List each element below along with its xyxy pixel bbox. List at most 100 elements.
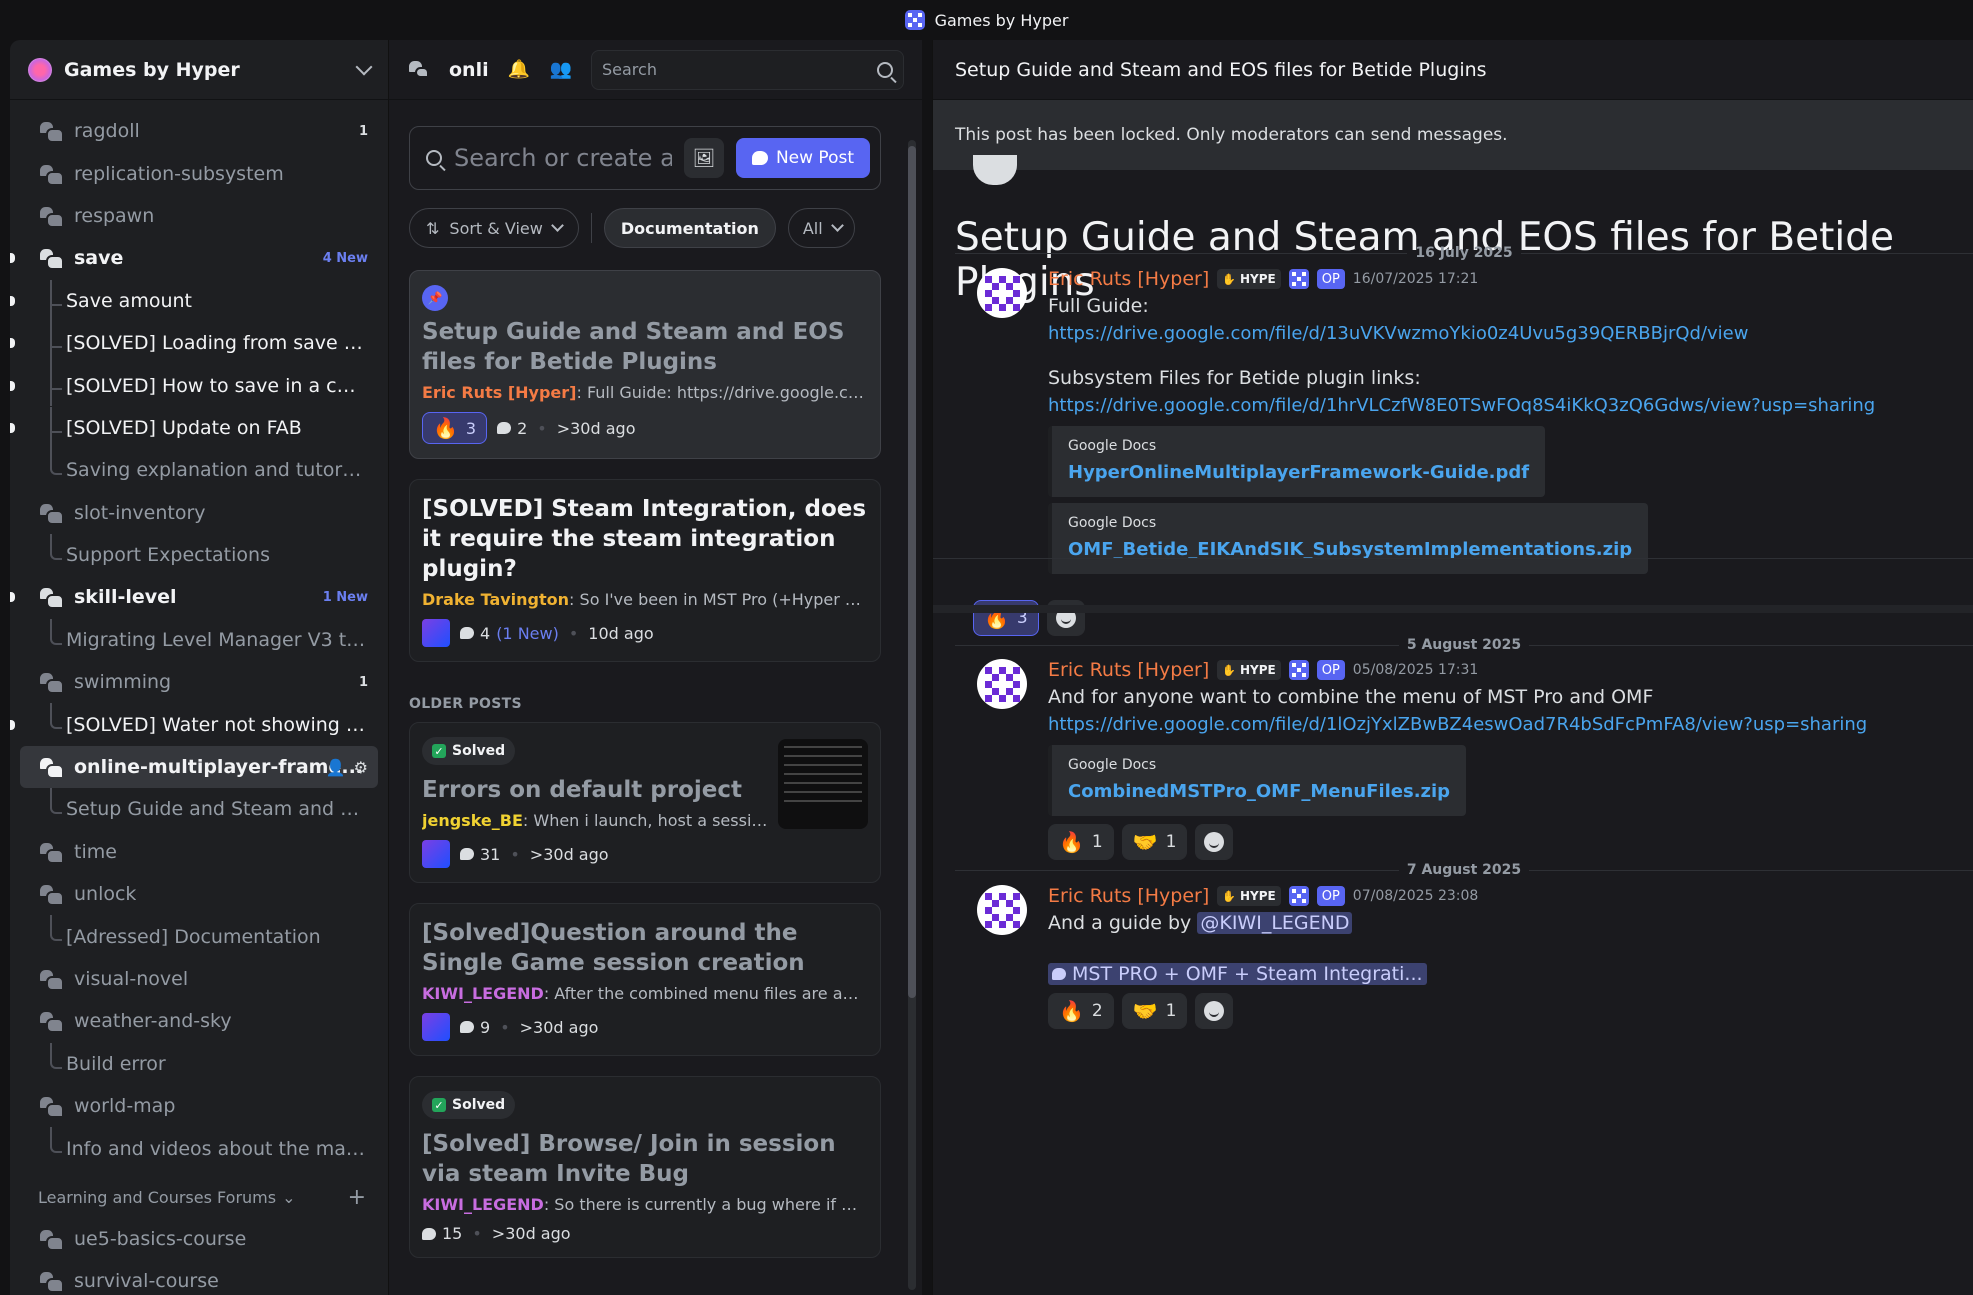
embed-title-link[interactable]: CombinedMSTPro_OMF_MenuFiles.zip <box>1068 781 1450 802</box>
sidebar-channel[interactable]: visual-novel <box>20 958 378 1000</box>
post-card[interactable]: ✓ Solved [Solved] Browse/ Join in session … <box>409 1076 881 1258</box>
sidebar-thread[interactable]: [SOLVED] Loading from save bac... <box>10 321 378 364</box>
message-link[interactable]: https://drive.google.com/file/d/1hrVLCzf… <box>1048 392 1953 420</box>
hype-badge: ✋ HYPE <box>1217 886 1281 906</box>
date-separator: 16 July 2025 <box>955 243 1973 263</box>
sidebar-channel[interactable]: weather-and-sky <box>20 1000 378 1042</box>
date-separator: 5 August 2025 <box>955 635 1973 655</box>
username[interactable]: Eric Ruts [Hyper] <box>1048 885 1209 907</box>
sidebar-thread[interactable]: [Adressed] Documentation <box>20 915 378 957</box>
channel-label: [SOLVED] Update on FAB <box>66 416 302 439</box>
new-post-button[interactable]: New Post <box>735 138 870 178</box>
username[interactable]: Eric Ruts [Hyper] <box>1048 659 1209 681</box>
message-divider <box>933 558 1973 559</box>
op-badge: OP <box>1316 269 1345 289</box>
invite-icon[interactable]: 👤 <box>326 758 346 777</box>
sidebar-channel[interactable]: survival-course <box>20 1260 378 1295</box>
thread-tree-line <box>50 618 62 645</box>
sidebar-channel[interactable]: time <box>20 831 378 873</box>
forum-channel-icon <box>38 1269 64 1294</box>
category-header[interactable]: Learning and Courses Forums ⌄ + <box>20 1178 378 1218</box>
sidebar-thread[interactable]: Build error <box>20 1042 378 1085</box>
post-card[interactable]: 📌 Setup Guide and Steam and EOS files for… <box>409 270 881 459</box>
window-titlebar: Games by Hyper <box>0 0 1973 40</box>
message-count-icon <box>460 848 474 860</box>
sidebar-thread[interactable]: Save amount <box>10 279 378 322</box>
thread-link[interactable]: MST PRO + OMF + Steam Integrati... <box>1048 963 1427 985</box>
channel-label: skill-level <box>74 586 177 609</box>
avatar[interactable] <box>977 268 1027 318</box>
sidebar-channel[interactable]: skill-level 1 New <box>10 576 378 618</box>
sidebar-channel[interactable]: respawn <box>20 195 378 237</box>
server-header[interactable]: Games by Hyper <box>10 40 388 100</box>
post-preview-text: So there is currently a bug where if we … <box>554 1195 868 1214</box>
post-age: >30d ago <box>556 418 636 438</box>
post-thumbnail <box>778 739 868 829</box>
sidebar-channel[interactable]: save 4 New <box>10 237 378 279</box>
thread-tree-line <box>50 788 62 815</box>
sidebar-thread[interactable]: [SOLVED] Water not showing in a ... <box>10 703 378 745</box>
post-card[interactable]: ✓ Solved Errors on default project jengske_… <box>409 722 881 883</box>
embed-title-link[interactable]: HyperOnlineMultiplayerFramework-Guide.pd… <box>1068 462 1529 483</box>
members-icon[interactable]: 👥 <box>549 58 573 82</box>
sort-view-button[interactable]: ⇅ Sort & View <box>409 208 579 248</box>
reaction-button[interactable]: 🤝 1 <box>1121 993 1188 1029</box>
sidebar-channel[interactable]: unlock <box>20 873 378 915</box>
sidebar-channel[interactable]: ragdoll 1 <box>20 110 378 152</box>
sidebar-channel[interactable]: swimming 1 <box>20 661 378 703</box>
sidebar-channel[interactable]: world-map <box>20 1085 378 1127</box>
sidebar-channel[interactable]: online-multiplayer-frame... 👤 ⚙ <box>20 745 378 789</box>
forum-channel-icon <box>38 585 64 610</box>
reaction-bar: 🔥 2 🤝 1 <box>1048 993 1953 1029</box>
sidebar-thread[interactable]: Saving explanation and tutorial: <box>20 449 378 491</box>
sidebar-channel[interactable]: replication-subsystem <box>20 152 378 194</box>
message-link[interactable]: https://drive.google.com/file/d/13uVKVwz… <box>1048 320 1953 348</box>
reaction-button[interactable]: 🔥 1 <box>1048 824 1114 860</box>
sidebar-channel[interactable]: slot-inventory <box>20 492 378 534</box>
reaction-button[interactable]: 🔥 2 <box>1048 993 1114 1029</box>
sidebar-thread[interactable]: Support Expectations <box>20 533 378 576</box>
avatar[interactable] <box>977 885 1027 935</box>
sidebar-channel[interactable]: ue5-basics-course <box>20 1218 378 1260</box>
post-card[interactable]: [Solved]Question around the Single Game … <box>409 903 881 1056</box>
unread-indicator <box>10 380 15 391</box>
thread-tree-line <box>50 279 62 322</box>
message: Eric Ruts [Hyper] ✋ HYPE OP 05/08/2025 17:31… <box>955 657 1953 860</box>
add-channel-icon[interactable]: + <box>348 1185 366 1210</box>
username[interactable]: Eric Ruts [Hyper] <box>1048 268 1209 290</box>
channel-label: replication-subsystem <box>74 162 284 185</box>
add-reaction-button[interactable] <box>1195 824 1234 860</box>
sidebar-thread[interactable]: Migrating Level Manager V3 to M... <box>20 618 378 661</box>
user-mention[interactable]: @KIWI_LEGEND <box>1197 912 1353 934</box>
message-link[interactable]: https://drive.google.com/file/d/1lOzjYxl… <box>1048 711 1953 739</box>
sidebar-thread[interactable]: [SOLVED] Update on FAB <box>10 406 378 449</box>
message-count-icon <box>460 1021 474 1033</box>
reaction-button[interactable]: 🔥 3 <box>422 412 488 444</box>
forum-channel-icon <box>38 1009 64 1034</box>
gear-icon[interactable]: ⚙ <box>354 758 368 777</box>
bell-icon[interactable]: 🔔 <box>507 58 531 82</box>
sidebar-thread[interactable]: [SOLVED] How to save in a custo... <box>10 364 378 407</box>
post-author: jengske_BE <box>422 811 523 830</box>
post-preview-text: After the combined menu files are added … <box>554 984 868 1003</box>
sidebar-thread[interactable]: Info and videos about the map sy... <box>20 1127 378 1169</box>
sidebar-thread[interactable]: Setup Guide and Steam and EOS ... <box>20 788 378 830</box>
hype-badge: ✋ HYPE <box>1217 269 1281 289</box>
thread-panel: Setup Guide and Steam and EOS files for … <box>932 40 1973 1295</box>
channel-label: Saving explanation and tutorial: <box>66 459 366 482</box>
channel-label: survival-course <box>74 1270 219 1293</box>
chevron-down-icon[interactable] <box>355 58 373 75</box>
all-tags-dropdown[interactable]: All <box>787 208 855 248</box>
post-card[interactable]: [SOLVED] Steam Integration, does it requ… <box>409 479 881 662</box>
reaction-button[interactable]: 🤝 1 <box>1121 824 1188 860</box>
tag-filter-documentation[interactable]: Documentation <box>603 208 776 248</box>
search-input[interactable]: Search <box>591 49 904 90</box>
create-post-input[interactable]: Search or create a post... <box>454 144 672 172</box>
embed-title-link[interactable]: OMF_Betide_EIKAndSIK_SubsystemImplementa… <box>1068 539 1632 560</box>
author-avatar <box>422 1013 450 1041</box>
add-reaction-button[interactable] <box>1195 993 1234 1029</box>
handshake-emoji-icon: 🤝 <box>1132 999 1158 1023</box>
post-preview: Drake Tavington: So I've been in MST Pro… <box>422 590 868 609</box>
avatar[interactable] <box>977 659 1027 709</box>
media-icon[interactable]: 🖼 <box>683 138 724 178</box>
